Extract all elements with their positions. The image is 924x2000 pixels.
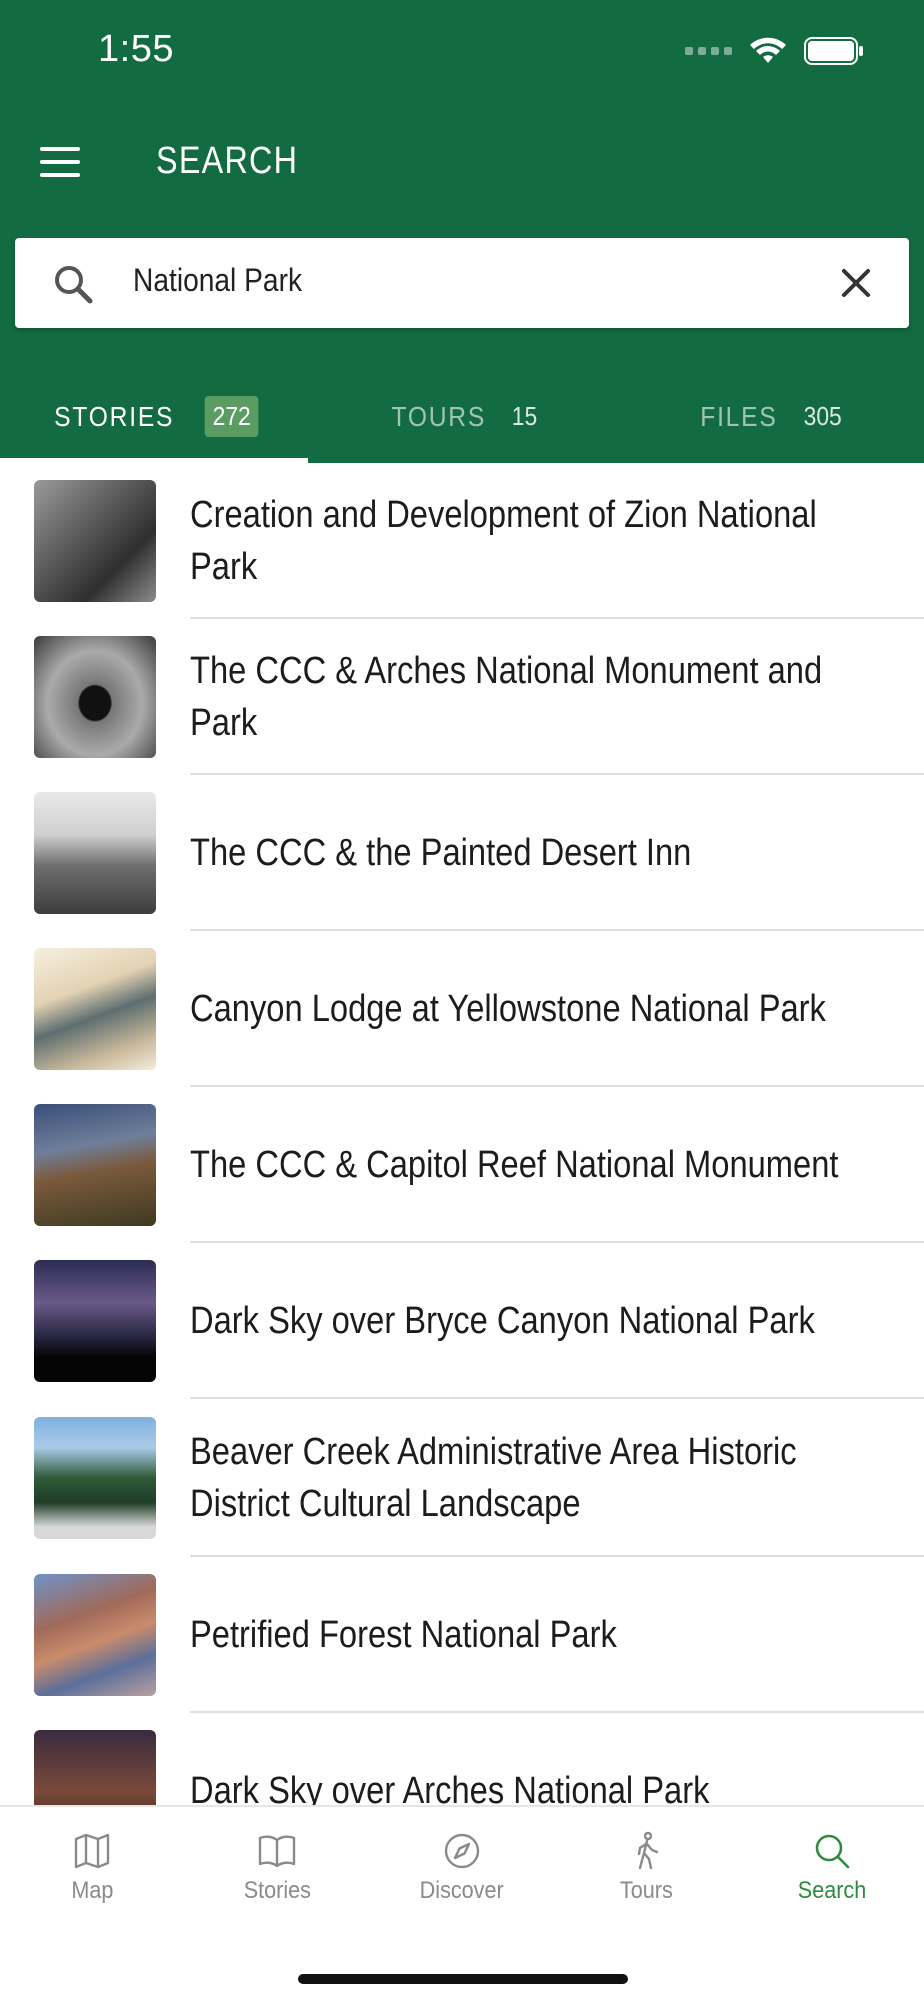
tab-count: 305	[803, 401, 842, 431]
list-item[interactable]: The CCC & the Painted Desert Inn	[0, 775, 924, 931]
search-icon	[55, 266, 93, 304]
page-title: SEARCH	[156, 140, 299, 182]
list-item-title: Petrified Forest National Park	[190, 1614, 617, 1656]
list-item-title: The CCC & the Painted Desert Inn	[190, 832, 692, 874]
search-icon	[815, 1834, 849, 1869]
tabbar-search[interactable]: Search	[739, 1807, 924, 1917]
tabbar-discover[interactable]: Discover	[370, 1807, 555, 1917]
tabbar-label: Stories	[243, 1877, 311, 1904]
list-item-title: The CCC & Arches National Monument and P…	[190, 650, 823, 744]
results-list: Creation and Development of Zion Nationa…	[0, 463, 924, 1805]
tabbar-label: Tours	[620, 1877, 674, 1904]
tab-count-badge: 272	[204, 396, 259, 437]
list-item[interactable]: Canyon Lodge at Yellowstone National Par…	[0, 931, 924, 1087]
status-icons	[685, 36, 864, 66]
list-item[interactable]: Creation and Development of Zion Nationa…	[0, 463, 924, 619]
thumbnail-image	[34, 636, 156, 758]
tabbar-label: Discover	[419, 1877, 505, 1904]
bottom-tab-bar: Map Stories Discover Tours Search	[0, 1805, 924, 2000]
tabbar-label: Search	[797, 1877, 866, 1904]
app-header: 1:55 SEARCH STORIES 272	[0, 0, 924, 463]
map-icon	[75, 1833, 110, 1869]
battery-icon	[804, 37, 863, 65]
status-time: 1:55	[98, 28, 174, 70]
tab-tours[interactable]: TOURS 15	[308, 370, 616, 463]
search-input[interactable]	[133, 262, 661, 299]
list-item-title: Canyon Lodge at Yellowstone National Par…	[190, 988, 826, 1030]
result-tabs: STORIES 272 TOURS 15 FILES 305	[0, 370, 924, 463]
list-item-title: Dark Sky over Bryce Canyon National Park	[190, 1300, 815, 1342]
tab-stories[interactable]: STORIES 272	[0, 370, 308, 463]
tabbar-tours[interactable]: Tours	[554, 1807, 739, 1917]
list-item-title: Creation and Development of Zion Nationa…	[190, 494, 817, 588]
tabbar-stories[interactable]: Stories	[185, 1807, 370, 1917]
list-item[interactable]: Beaver Creek Administrative Area Histori…	[0, 1399, 924, 1557]
list-item[interactable]: The CCC & Arches National Monument and P…	[0, 619, 924, 775]
list-item[interactable]: Dark Sky over Bryce Canyon National Park	[0, 1243, 924, 1399]
list-item[interactable]: Dark Sky over Arches National Park	[0, 1713, 924, 1805]
thumbnail-image	[34, 480, 156, 602]
home-indicator	[298, 1974, 628, 1984]
thumbnail-image	[34, 1260, 156, 1382]
tab-label: STORIES	[54, 400, 175, 432]
wifi-icon	[750, 37, 786, 63]
menu-icon[interactable]	[40, 147, 80, 177]
thumbnail-image	[34, 792, 156, 914]
list-item[interactable]: The CCC & Capitol Reef National Monument	[0, 1087, 924, 1243]
tabbar-map[interactable]: Map	[0, 1807, 185, 1917]
tab-files[interactable]: FILES 305	[616, 370, 924, 463]
close-icon[interactable]	[839, 266, 873, 300]
thumbnail-image	[34, 1574, 156, 1696]
book-icon	[258, 1835, 296, 1868]
cellular-signal-icon	[685, 47, 732, 55]
list-item[interactable]: Petrified Forest National Park	[0, 1557, 924, 1713]
tabbar-label: Map	[71, 1877, 114, 1904]
tab-label: FILES	[700, 400, 778, 432]
walking-icon	[637, 1831, 658, 1870]
search-bar[interactable]	[15, 238, 909, 328]
tab-label: TOURS	[391, 400, 486, 432]
thumbnail-image	[34, 1417, 156, 1539]
thumbnail-image	[34, 1104, 156, 1226]
list-item-title: Beaver Creek Administrative Area Histori…	[190, 1431, 797, 1525]
compass-icon	[444, 1833, 480, 1869]
tab-count: 15	[512, 401, 538, 431]
thumbnail-image	[34, 948, 156, 1070]
list-item-title: The CCC & Capitol Reef National Monument	[190, 1144, 839, 1186]
thumbnail-image	[34, 1730, 156, 1805]
list-item-title: Dark Sky over Arches National Park	[190, 1770, 710, 1805]
